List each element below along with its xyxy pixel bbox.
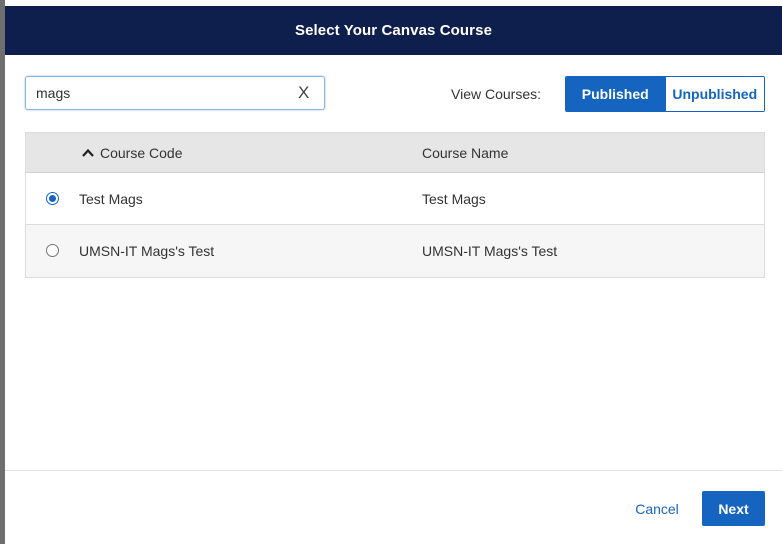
course-table: Course Code Course Name Test Mags Test M… [25,132,765,278]
column-header-label: Course Name [422,144,509,161]
modal-title: Select Your Canvas Course [294,22,493,39]
view-courses-toggle: Published Unpublished [565,76,765,112]
table-row[interactable]: UMSN-IT Mags's Test UMSN-IT Mags's Test [26,225,764,277]
next-button[interactable]: Next [702,491,765,526]
course-select-modal: Select Your Canvas Course X View Courses… [5,0,782,544]
course-name-cell: Test Mags [422,191,486,207]
column-header-course-name: Course Name [422,145,508,161]
view-courses-label: View Courses: [451,86,542,102]
course-code-cell: UMSN-IT Mags's Test [79,243,215,259]
modal-header: Select Your Canvas Course [5,6,782,55]
row-radio-button[interactable] [46,192,59,205]
search-box: X [25,76,325,110]
table-row[interactable]: Test Mags Test Mags [26,173,764,225]
course-name-cell: UMSN-IT Mags's Test [422,243,558,259]
search-input[interactable] [36,77,286,109]
course-code-cell: Test Mags [79,191,143,207]
column-header-label: Course Code [100,144,183,161]
sort-ascending-icon [82,148,94,157]
footer-divider [5,470,782,471]
row-radio-button[interactable] [46,244,59,257]
column-header-course-code[interactable]: Course Code [82,145,183,161]
clear-search-icon[interactable]: X [298,83,312,103]
published-toggle-button[interactable]: Published [566,77,665,111]
unpublished-toggle-button[interactable]: Unpublished [664,77,764,111]
table-header: Course Code Course Name [26,133,764,173]
cancel-button[interactable]: Cancel [627,492,687,526]
